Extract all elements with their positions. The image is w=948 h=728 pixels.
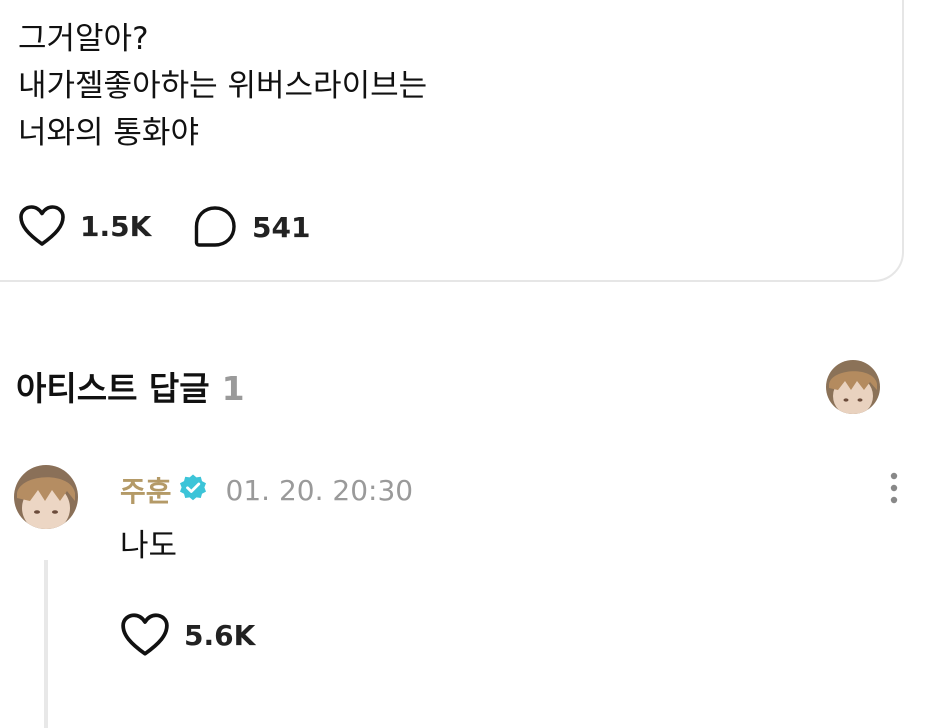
- reply-like-count: 5.6K: [184, 618, 256, 652]
- post-like-button[interactable]: 1.5K: [18, 204, 151, 248]
- artist-reply-page: 그거알아? 내가젤좋아하는 위버스라이브는 너와의 통화야 1.5K 541 아…: [0, 0, 948, 728]
- heart-icon: [120, 612, 170, 658]
- artist-avatar[interactable]: [826, 360, 880, 414]
- more-vertical-icon: [890, 472, 898, 504]
- artist-replies-header: 아티스트 답글 1: [16, 362, 245, 410]
- post-like-count: 1.5K: [80, 209, 152, 243]
- more-options-button[interactable]: [882, 470, 906, 506]
- section-count: 1: [221, 369, 245, 408]
- reply-text: 나도: [120, 528, 178, 564]
- post-comment-button[interactable]: 541: [192, 204, 310, 250]
- heart-icon: [18, 204, 66, 248]
- post-text-line: 그거알아?: [18, 21, 149, 57]
- post-text: 그거알아? 내가젤좋아하는 위버스라이브는 너와의 통화야: [18, 16, 427, 157]
- avatar-image: [14, 465, 78, 529]
- post-text-line: 내가젤좋아하는 위버스라이브는: [18, 68, 428, 104]
- post-text-line: 너와의 통화야: [18, 115, 199, 151]
- reply-timestamp: 01. 20. 20:30: [225, 473, 414, 507]
- thread-line: [44, 560, 48, 728]
- post-comment-count: 541: [252, 210, 311, 244]
- verified-badge-icon: [178, 473, 208, 507]
- reply-meta: 주훈 01. 20. 20:30: [120, 470, 413, 510]
- comment-bubble-icon: [192, 204, 238, 250]
- reply-author-name[interactable]: 주훈: [120, 470, 172, 510]
- reply-author-avatar[interactable]: [14, 465, 78, 529]
- section-title: 아티스트 답글: [16, 369, 210, 408]
- reply-like-button[interactable]: 5.6K: [120, 612, 255, 658]
- post-card: 그거알아? 내가젤좋아하는 위버스라이브는 너와의 통화야 1.5K 541: [0, 0, 904, 282]
- avatar-image: [826, 360, 880, 414]
